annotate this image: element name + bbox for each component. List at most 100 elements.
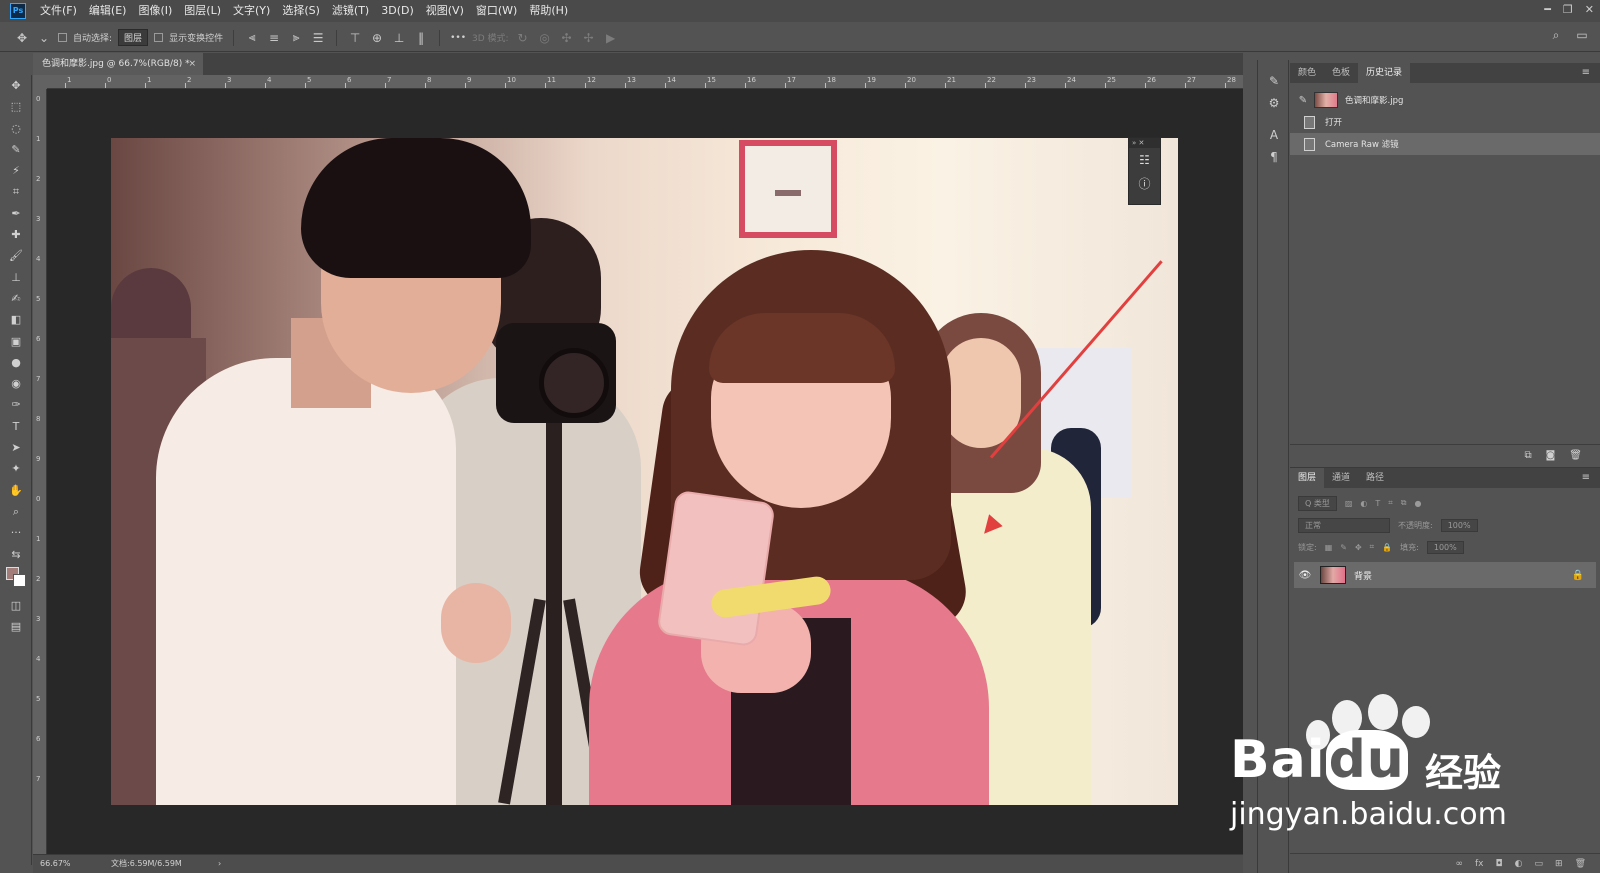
more-tools-icon[interactable]: ···: [0, 522, 32, 543]
menu-filter[interactable]: 滤镜(T): [326, 0, 375, 22]
lock-all-icon[interactable]: 🔒: [1382, 543, 1392, 552]
type-tool-icon[interactable]: T: [0, 416, 32, 437]
distribute-vertical-icon[interactable]: ☰: [310, 31, 326, 45]
zoom-level[interactable]: 66.67%: [40, 855, 71, 873]
layer-style-icon[interactable]: fx: [1475, 859, 1484, 869]
align-bottom-icon[interactable]: ⊥: [391, 31, 407, 45]
layer-lock-icon[interactable]: 🔒: [1572, 570, 1584, 581]
menu-window[interactable]: 窗口(W): [470, 0, 523, 22]
filter-type-icon[interactable]: T: [1375, 499, 1380, 508]
align-vcenter-icon[interactable]: ⊕: [369, 31, 385, 45]
swap-colors-icon[interactable]: ⇆: [0, 544, 32, 565]
vertical-ruler[interactable]: 0 1 2 3 4 5 6 7 8 9 0 1 2 3 4 5 6 7: [33, 89, 47, 854]
filter-pixel-icon[interactable]: ▨: [1345, 499, 1353, 508]
lock-image-icon[interactable]: ✎: [1340, 543, 1347, 552]
info-icon[interactable]: ⓘ: [1129, 172, 1160, 196]
layer-row[interactable]: 👁 背景 🔒: [1294, 562, 1596, 588]
3d-slide-icon[interactable]: ✢: [581, 31, 597, 45]
align-top-icon[interactable]: ⊤: [347, 31, 363, 45]
hand-tool-icon[interactable]: ✋: [0, 480, 32, 501]
filter-toggle-icon[interactable]: ●: [1415, 499, 1422, 508]
blend-mode-dropdown[interactable]: 正常: [1298, 517, 1390, 533]
menu-layer[interactable]: 图层(L): [178, 0, 227, 22]
character-icon[interactable]: A: [1258, 124, 1290, 146]
move-tool-icon[interactable]: ✥: [14, 31, 30, 45]
menu-file[interactable]: 文件(F): [34, 0, 83, 22]
quick-select-tool-icon[interactable]: ✎: [0, 139, 32, 160]
path-select-tool-icon[interactable]: ➤: [0, 437, 32, 458]
floating-panel-header[interactable]: » ✕: [1129, 138, 1160, 148]
clone-stamp-tool-icon[interactable]: ⊥: [0, 267, 32, 288]
3d-pan-icon[interactable]: ✣: [559, 31, 575, 45]
close-window-button[interactable]: ✕: [1585, 0, 1594, 20]
new-adjustment-icon[interactable]: ◐: [1515, 859, 1523, 869]
screen-mode-icon[interactable]: ▤: [0, 616, 32, 637]
menu-type[interactable]: 文字(Y): [227, 0, 276, 22]
eraser-tool-icon[interactable]: ◧: [0, 309, 32, 330]
delete-layer-icon[interactable]: 🗑: [1575, 859, 1586, 869]
properties-icon[interactable]: ☷: [1129, 148, 1160, 172]
document-image[interactable]: [111, 138, 1178, 805]
3d-camera-icon[interactable]: ▶: [603, 31, 619, 45]
blur-tool-icon[interactable]: ●: [0, 352, 32, 373]
lock-transparent-icon[interactable]: ▦: [1325, 543, 1333, 552]
tab-color[interactable]: 颜色: [1290, 63, 1324, 83]
new-group-icon[interactable]: ▭: [1535, 859, 1544, 869]
lock-artboard-icon[interactable]: ⌗: [1370, 542, 1375, 552]
tab-history[interactable]: 历史记录: [1358, 63, 1411, 83]
tab-layers[interactable]: 图层: [1290, 468, 1325, 488]
filter-adjustment-icon[interactable]: ◐: [1360, 499, 1367, 508]
brush-settings-icon[interactable]: ✎: [1258, 70, 1290, 92]
align-right-icon[interactable]: ⫸: [288, 30, 304, 45]
search-icon[interactable]: ⌕: [1548, 28, 1564, 43]
restore-button[interactable]: ❐: [1563, 0, 1573, 20]
delete-state-icon[interactable]: 🗑: [1569, 450, 1582, 461]
menu-view[interactable]: 视图(V): [420, 0, 470, 22]
horizontal-ruler[interactable]: 1 0 1 2 3 4 5 6 7 8 9 10 11 12 13 14 15 16 17 18 19 20 21 22 23 2…: [47, 75, 1243, 89]
tab-swatches[interactable]: 色板: [1324, 63, 1358, 83]
healing-brush-tool-icon[interactable]: ✚: [0, 224, 32, 245]
menu-3d[interactable]: 3D(D): [375, 0, 420, 22]
visibility-eye-icon[interactable]: 👁: [1294, 570, 1316, 581]
dodge-tool-icon[interactable]: ◉: [0, 373, 32, 394]
tab-paths[interactable]: 路径: [1358, 468, 1392, 488]
history-state-selected[interactable]: Camera Raw 滤镜: [1290, 133, 1600, 155]
menu-image[interactable]: 图像(I): [132, 0, 178, 22]
status-menu-arrow-icon[interactable]: ›: [218, 855, 221, 873]
history-state[interactable]: 打开: [1290, 111, 1600, 133]
3d-orbit-icon[interactable]: ↻: [515, 31, 531, 45]
document-tab[interactable]: 色调和摩影.jpg @ 66.7%(RGB/8) * ×: [33, 53, 203, 75]
quick-mask-icon[interactable]: ◫: [0, 595, 32, 616]
menu-edit[interactable]: 编辑(E): [83, 0, 133, 22]
menu-help[interactable]: 帮助(H): [523, 0, 574, 22]
tool-preset-chevron-icon[interactable]: ⌄: [36, 31, 52, 45]
distribute-horizontal-icon[interactable]: ‖: [413, 31, 429, 45]
panel-menu-icon[interactable]: ≡: [1582, 63, 1590, 83]
tab-channels[interactable]: 通道: [1324, 468, 1358, 488]
filter-shape-icon[interactable]: ⌗: [1388, 498, 1393, 508]
crop-tool-icon[interactable]: ⌗: [0, 181, 32, 202]
panel-menu-icon[interactable]: ≡: [1582, 468, 1590, 488]
create-snapshot-icon[interactable]: ◙: [1546, 450, 1556, 461]
marquee-tool-icon[interactable]: ⬚: [0, 96, 32, 117]
filter-smart-object-icon[interactable]: ⧉: [1401, 498, 1407, 508]
auto-select-dropdown[interactable]: 图层: [118, 29, 149, 46]
opacity-field[interactable]: 100%: [1440, 518, 1478, 532]
adjustments-icon[interactable]: ⚙: [1258, 92, 1290, 114]
close-document-icon[interactable]: ×: [188, 53, 196, 75]
brush-tool-icon[interactable]: 🖌: [0, 245, 32, 266]
zoom-tool-icon[interactable]: ⌕: [0, 501, 32, 522]
more-options-button[interactable]: •••: [450, 33, 466, 43]
history-brush-source-icon[interactable]: ✎: [1296, 95, 1310, 106]
background-color-swatch[interactable]: [13, 574, 26, 587]
ruler-origin[interactable]: [33, 75, 47, 89]
3d-roll-icon[interactable]: ◎: [537, 31, 553, 45]
layer-kind-filter[interactable]: Q 类型: [1298, 495, 1337, 511]
eyedropper-tool-icon[interactable]: ✒: [0, 203, 32, 224]
pen-tool-icon[interactable]: ✑: [0, 394, 32, 415]
menu-select[interactable]: 选择(S): [276, 0, 326, 22]
align-left-icon[interactable]: ⫷: [244, 30, 260, 45]
shape-tool-icon[interactable]: ✦: [0, 458, 32, 479]
gradient-tool-icon[interactable]: ▣: [0, 331, 32, 352]
history-snapshot[interactable]: ✎ 色调和摩影.jpg: [1290, 89, 1600, 111]
